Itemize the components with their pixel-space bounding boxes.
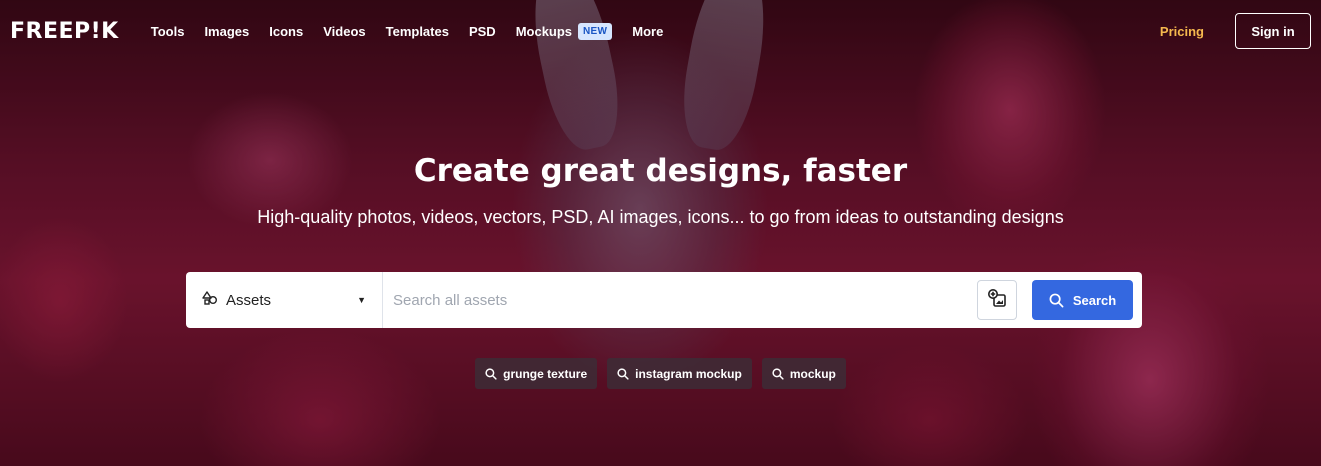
caret-down-icon: ▼ <box>357 295 366 305</box>
nav-link-templates[interactable]: Templates <box>386 24 449 39</box>
search-icon <box>485 367 497 380</box>
tag-label: instagram mockup <box>635 366 742 381</box>
shapes-icon <box>202 290 218 310</box>
sign-in-button[interactable]: Sign in <box>1235 13 1311 49</box>
hero-overlay <box>0 0 1321 466</box>
tag-label: mockup <box>789 366 836 381</box>
hero-subline: High-quality photos, videos, vectors, PS… <box>257 207 1064 227</box>
search-icon <box>1049 293 1064 307</box>
nav-link-tools[interactable]: Tools <box>151 24 185 39</box>
new-badge: NEW <box>578 22 613 40</box>
nav-links: Tools Images Icons Videos Templates PSD … <box>141 22 674 40</box>
tag-label: grunge texture <box>503 366 588 381</box>
search-button[interactable]: Search <box>1032 280 1133 320</box>
hero-background-image <box>0 0 1321 466</box>
search-bar: Assets ▼ Search <box>186 272 1142 328</box>
search-button-label: Search <box>1072 292 1117 308</box>
search-icon <box>617 367 629 380</box>
nav-link-images[interactable]: Images <box>204 24 249 39</box>
asset-type-dropdown[interactable]: Assets ▼ <box>186 272 383 328</box>
image-search-button[interactable] <box>977 280 1017 320</box>
nav-link-psd[interactable]: PSD <box>469 24 496 39</box>
nav-link-mockups[interactable]: Mockups NEW <box>515 22 613 40</box>
nav-link-videos[interactable]: Videos <box>323 24 365 39</box>
search-input[interactable] <box>383 272 977 328</box>
nav-link-icons[interactable]: Icons <box>269 24 303 39</box>
nav-right: Pricing Sign in <box>1160 13 1311 49</box>
nav-link-mockups-label: Mockups <box>515 23 573 39</box>
nav-link-more[interactable]: More <box>632 24 663 39</box>
image-search-icon <box>987 288 1007 313</box>
suggested-tags: grunge texture instagram mockup mockup <box>0 358 1321 389</box>
pricing-link[interactable]: Pricing <box>1160 24 1204 39</box>
tag-mockup[interactable]: mockup <box>761 358 846 389</box>
freepik-logo[interactable]: FREEP!K <box>10 19 119 44</box>
asset-type-label: Assets <box>226 291 272 309</box>
tag-instagram-mockup[interactable]: instagram mockup <box>607 358 752 389</box>
tag-grunge-texture[interactable]: grunge texture <box>475 358 598 389</box>
top-navbar: FREEP!K Tools Images Icons Videos Templa… <box>0 0 1321 62</box>
hero-headline: Create great designs, faster <box>413 153 908 189</box>
search-icon <box>772 367 784 380</box>
